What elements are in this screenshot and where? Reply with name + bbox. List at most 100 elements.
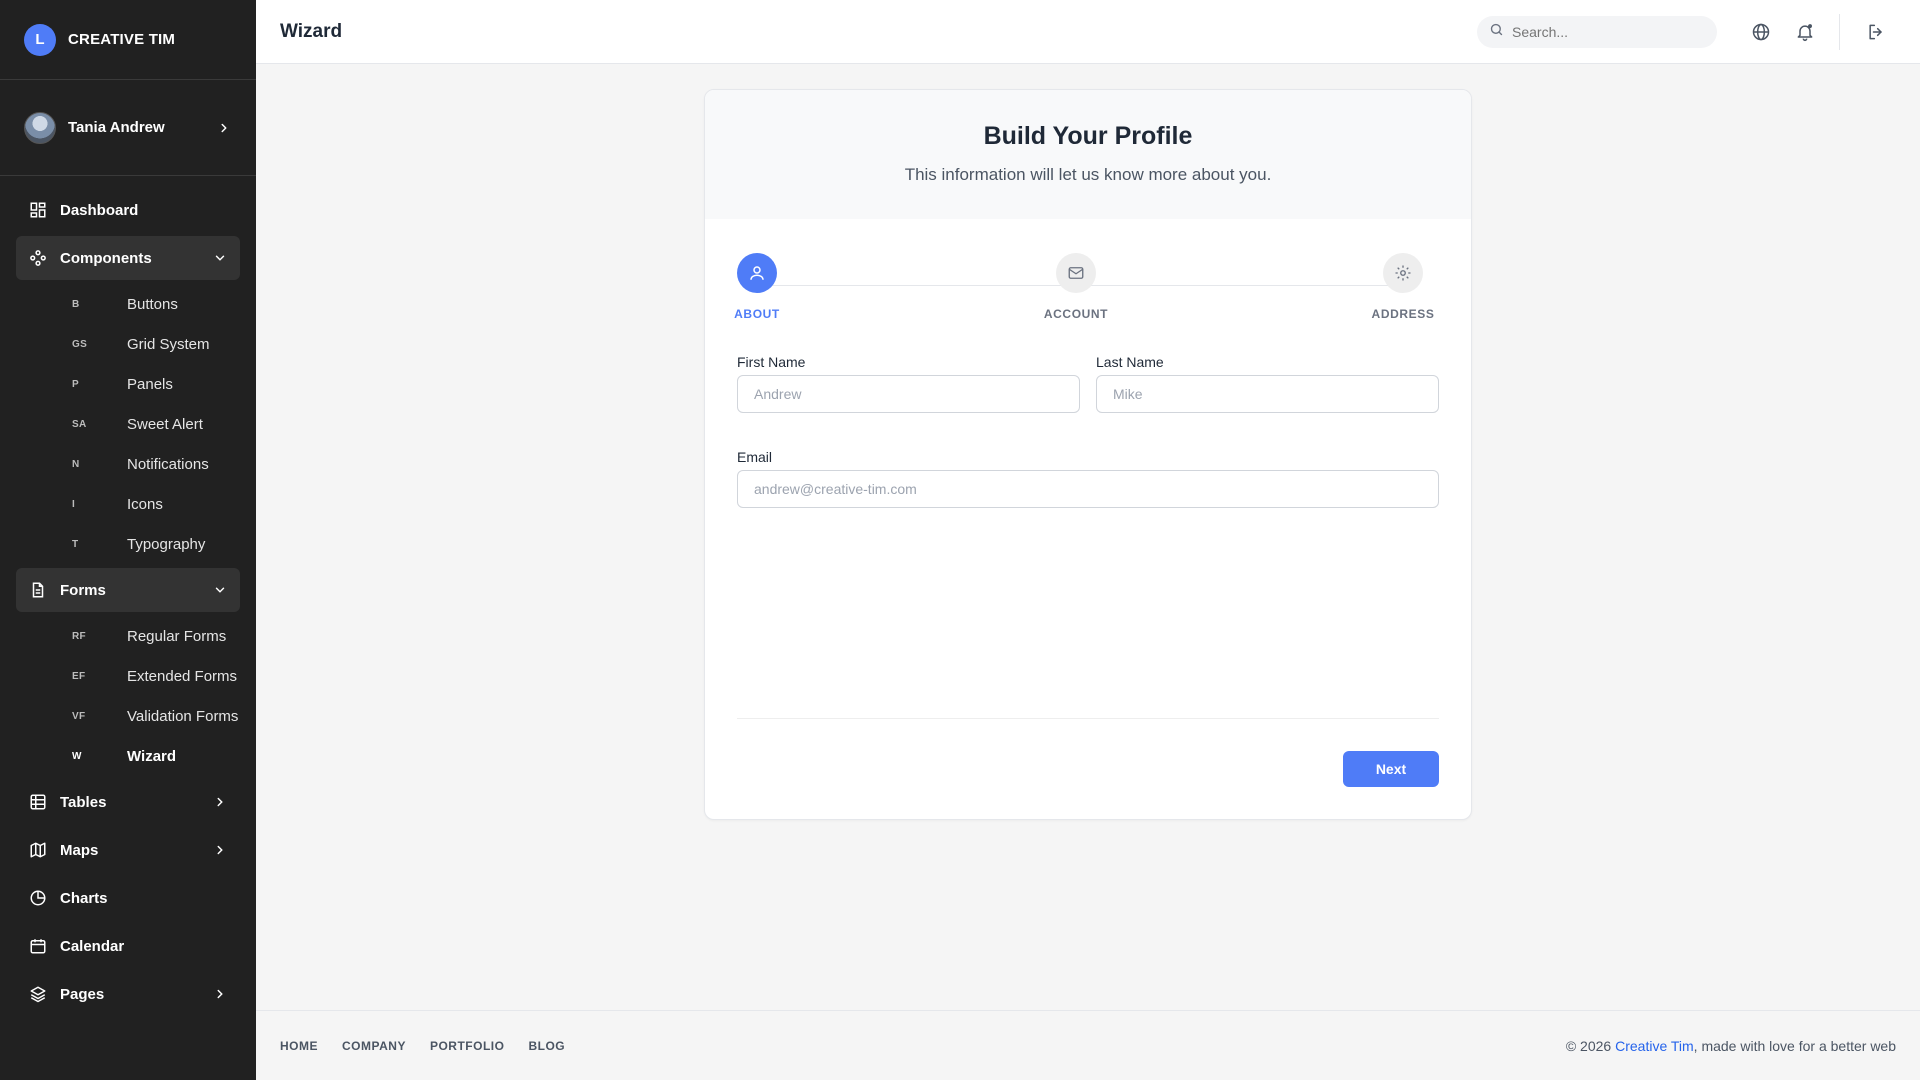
sidebar-item-typography[interactable]: T Typography (16, 524, 240, 564)
email-field[interactable] (737, 470, 1439, 508)
last-name-group: Last Name (1096, 354, 1439, 413)
sidebar-item-grid-system[interactable]: GS Grid System (16, 324, 240, 364)
dashboard-icon (28, 200, 48, 220)
item-label: Wizard (127, 747, 177, 765)
sidebar-nav: Dashboard Components B Buttons GS Grid Sys… (0, 176, 256, 1032)
user-menu[interactable]: Tania Andrew (0, 80, 256, 176)
sidebar-item-label: Components (60, 249, 152, 267)
document-icon (28, 580, 48, 600)
footer-link-portfolio[interactable]: PORTFOLIO (430, 1039, 505, 1053)
item-abbr: SA (72, 418, 87, 430)
globe-icon[interactable] (1741, 12, 1781, 52)
item-label: Notifications (127, 455, 209, 473)
item-abbr: GS (72, 338, 88, 350)
wizard-subtitle: This information will let us know more a… (904, 165, 1272, 184)
item-label: Sweet Alert (127, 415, 203, 433)
chevron-right-icon (212, 842, 228, 858)
form-divider (737, 718, 1439, 719)
copyright: © 2026 Creative Tim, made with love for … (1566, 1038, 1896, 1054)
item-abbr: N (72, 458, 80, 470)
chevron-down-icon (212, 250, 228, 266)
sidebar-item-label: Tables (60, 793, 107, 811)
email-row: Email (737, 449, 1439, 508)
about-form: First Name Last Name Email (705, 354, 1471, 508)
next-button[interactable]: Next (1343, 751, 1439, 787)
wizard-title: Build Your Profile (983, 122, 1193, 150)
item-abbr: P (72, 378, 79, 390)
sidebar-item-maps[interactable]: Maps (16, 828, 240, 872)
first-name-field[interactable] (737, 375, 1080, 413)
brand-name: CREATIVE TIM (68, 31, 176, 48)
table-icon (28, 792, 48, 812)
step-address[interactable]: ADDRESS (1358, 253, 1448, 321)
sidebar-item-icons[interactable]: I Icons (16, 484, 240, 524)
sidebar-item-forms[interactable]: Forms (16, 568, 240, 612)
sidebar-item-label: Calendar (60, 937, 125, 955)
sidebar-item-tables[interactable]: Tables (16, 780, 240, 824)
footer-link-blog[interactable]: BLOG (528, 1039, 565, 1053)
copyright-suffix: , made with love for a better web (1693, 1037, 1896, 1054)
sidebar-item-notifications[interactable]: N Notifications (16, 444, 240, 484)
step-about[interactable]: ABOUT (712, 253, 802, 321)
page-title: Wizard (280, 20, 343, 42)
map-icon (28, 840, 48, 860)
item-abbr: B (72, 298, 80, 310)
first-name-group: First Name (737, 354, 1080, 413)
search-input[interactable] (1512, 23, 1692, 40)
sidebar-item-regular-forms[interactable]: RF Regular Forms (16, 616, 240, 656)
item-abbr: VF (72, 710, 86, 722)
item-label: Panels (127, 375, 173, 393)
gear-icon (1383, 253, 1423, 293)
last-name-field[interactable] (1096, 375, 1439, 413)
sidebar-item-wizard[interactable]: W Wizard (16, 736, 240, 776)
avatar (24, 111, 56, 144)
copyright-prefix: © 2026 (1565, 1037, 1616, 1054)
search-icon (1489, 22, 1504, 42)
name-row: First Name Last Name (737, 354, 1439, 413)
step-account[interactable]: ACCOUNT (1031, 253, 1121, 321)
top-bar: Wizard (256, 0, 1920, 64)
sidebar: L CREATIVE TIM Tania Andrew Dashboard Co… (0, 0, 256, 1080)
item-label: Regular Forms (127, 627, 227, 645)
sidebar-item-label: Dashboard (60, 201, 139, 219)
item-abbr: I (72, 498, 76, 510)
sidebar-item-charts[interactable]: Charts (16, 876, 240, 920)
header-divider (1839, 13, 1840, 50)
forms-submenu: RF Regular Forms EF Extended Forms VF Valid… (16, 616, 240, 780)
footer-links: HOME COMPANY PORTFOLIO BLOG (280, 1039, 1566, 1053)
item-label: Extended Forms (127, 667, 238, 685)
footer-link-company[interactable]: COMPANY (342, 1039, 406, 1053)
sidebar-item-dashboard[interactable]: Dashboard (16, 188, 240, 232)
sidebar-item-label: Pages (60, 985, 105, 1003)
sidebar-item-buttons[interactable]: B Buttons (16, 284, 240, 324)
sidebar-item-label: Charts (60, 889, 108, 907)
email-label: Email (737, 449, 773, 465)
copyright-brand-link[interactable]: Creative Tim (1615, 1038, 1694, 1054)
footer-link-home[interactable]: HOME (280, 1039, 318, 1053)
sidebar-item-components[interactable]: Components (16, 236, 240, 280)
wizard-steps: ABOUT ACCOUNT ADDRESS (734, 219, 1439, 354)
sidebar-item-panels[interactable]: P Panels (16, 364, 240, 404)
chevron-down-icon (212, 582, 228, 598)
step-label: ABOUT (734, 307, 780, 321)
sidebar-item-extended-forms[interactable]: EF Extended Forms (16, 656, 240, 696)
step-label: ACCOUNT (1043, 307, 1109, 321)
footer: HOME COMPANY PORTFOLIO BLOG © 2026 Creat… (256, 1010, 1920, 1080)
search-box[interactable] (1477, 15, 1717, 48)
logout-icon[interactable] (1856, 12, 1896, 52)
item-label: Buttons (127, 295, 178, 313)
item-label: Grid System (127, 335, 210, 353)
calendar-icon (28, 936, 48, 956)
components-submenu: B Buttons GS Grid System P Panels SA Sweet A… (16, 284, 240, 568)
bell-icon[interactable] (1785, 12, 1825, 52)
sidebar-item-pages[interactable]: Pages (16, 972, 240, 1016)
user-icon (737, 253, 777, 293)
sidebar-item-calendar[interactable]: Calendar (16, 924, 240, 968)
brand[interactable]: L CREATIVE TIM (0, 0, 256, 80)
item-abbr: W (72, 750, 82, 762)
sidebar-item-sweet-alert[interactable]: SA Sweet Alert (16, 404, 240, 444)
wizard-card: Build Your Profile This information will… (704, 89, 1472, 820)
first-name-label: First Name (737, 354, 806, 370)
user-name: Tania Andrew (68, 119, 165, 136)
sidebar-item-validation-forms[interactable]: VF Validation Forms (16, 696, 240, 736)
